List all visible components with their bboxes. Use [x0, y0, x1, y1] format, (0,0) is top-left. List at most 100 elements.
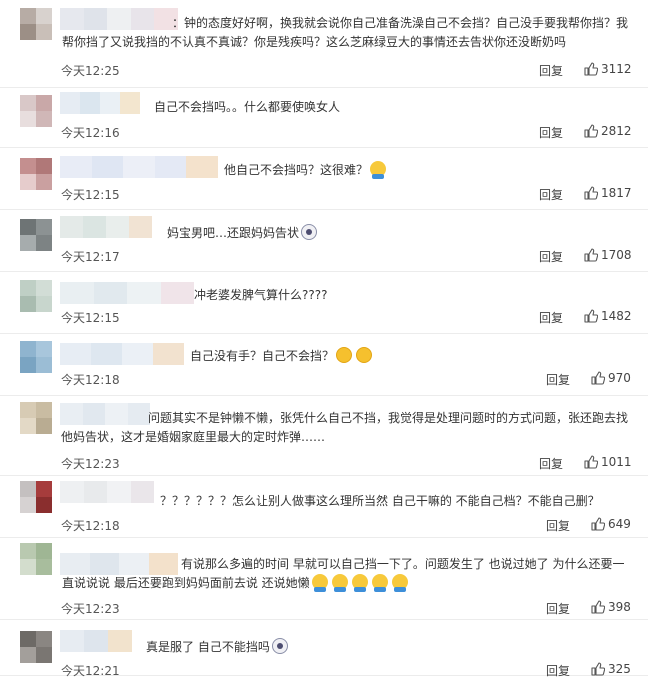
- reply-button[interactable]: 回复: [546, 600, 570, 617]
- like-count: 398: [608, 600, 631, 614]
- smirk-emoji-icon: [336, 347, 353, 363]
- comment-text-line: ：钟的态度好好啊，换我就会说你自己准备洗澡自己不会挡？自己没手要我帮你挡？我: [172, 16, 629, 30]
- like-button[interactable]: 1011: [584, 455, 632, 469]
- comment-text-line: 真是服了 自己不能挡吗: [146, 640, 270, 654]
- emoji-group: [368, 161, 388, 179]
- username-blurred[interactable]: [60, 481, 154, 503]
- avatar[interactable]: [20, 95, 52, 127]
- reply-button[interactable]: 回复: [546, 662, 570, 679]
- thumbs-up-icon: [584, 248, 599, 262]
- comment-text-line: ？？？？？？怎么让别人做事这么理所当然 自己干嘛的 不能自己档？不能自己删？: [160, 494, 600, 508]
- thumbs-up-icon: [584, 455, 599, 469]
- thumbs-up-icon: [591, 517, 606, 531]
- timestamp: 今天12:23: [61, 457, 120, 471]
- comment-item: 自己不会挡吗。。什么都要使唤女人 今天12:16 回复 2812: [0, 88, 648, 148]
- avatar[interactable]: [20, 8, 52, 40]
- thumbs-up-icon: [584, 309, 599, 323]
- comment-text-line: 妈宝男吧…还跟妈妈告状: [167, 226, 300, 240]
- avatar[interactable]: [20, 631, 52, 663]
- like-count: 649: [608, 517, 631, 531]
- username-blurred[interactable]: [60, 156, 218, 178]
- comment-text: 妈宝男吧…还跟妈妈告状: [167, 224, 319, 243]
- username-blurred[interactable]: [60, 343, 184, 365]
- avatar[interactable]: [20, 158, 52, 190]
- emoji-group: [334, 347, 374, 363]
- like-button[interactable]: 325: [591, 662, 631, 676]
- username-blurred[interactable]: [60, 630, 132, 652]
- reply-button[interactable]: 回复: [539, 186, 563, 203]
- username-blurred[interactable]: [60, 403, 150, 425]
- like-count: 970: [608, 371, 631, 385]
- comment-text-line: 冲老婆发脾气算什么????: [194, 288, 328, 302]
- like-button[interactable]: 1482: [584, 309, 632, 323]
- username-blurred[interactable]: [60, 216, 152, 238]
- reply-button[interactable]: 回复: [539, 248, 563, 265]
- emoji-group: [310, 574, 410, 592]
- cry-emoji-icon: [301, 224, 318, 240]
- username-blurred[interactable]: [60, 8, 178, 30]
- avatar[interactable]: [20, 402, 52, 434]
- like-button[interactable]: 1708: [584, 248, 632, 262]
- thumbs-up-icon: [591, 371, 606, 385]
- blob-emoji-icon: [331, 574, 348, 592]
- comment-text: 问题其实不是钟懒不懒，张凭什么自己不挡，我觉得是处理问题时的方式问题，张还跑去找…: [61, 409, 628, 447]
- like-count: 2812: [601, 124, 632, 138]
- comment-text: 冲老婆发脾气算什么????: [194, 286, 327, 305]
- timestamp: 今天12:15: [61, 311, 120, 325]
- comment-text-line: 他自己不会挡吗？这很难？: [224, 163, 369, 177]
- timestamp: 今天12:18: [61, 373, 120, 387]
- avatar[interactable]: [20, 280, 52, 312]
- thumbs-up-icon: [584, 186, 599, 200]
- comment-text-line: 直说说说 最后还要跑到妈妈面前去说 还说她懒: [62, 576, 310, 590]
- comment-item: 问题其实不是钟懒不懒，张凭什么自己不挡，我觉得是处理问题时的方式问题，张还跑去找…: [0, 396, 648, 476]
- like-button[interactable]: 970: [591, 371, 631, 385]
- emoji-group: [299, 224, 319, 240]
- blob-emoji-icon: [371, 574, 388, 592]
- comment-text-line: 自己不会挡吗。。什么都要使唤女人: [154, 100, 341, 114]
- timestamp: 今天12:21: [61, 664, 120, 678]
- thumbs-up-icon: [591, 662, 606, 676]
- like-button[interactable]: 2812: [584, 124, 632, 138]
- comment-item: 真是服了 自己不能挡吗今天12:21 回复 325: [0, 620, 648, 679]
- comment-text-line: 自己没有手？自己不会挡？: [190, 349, 335, 363]
- comment-text: 真是服了 自己不能挡吗: [146, 638, 290, 657]
- comment-item: 自己没有手？自己不会挡？ 今天12:18 回复 970: [0, 334, 648, 396]
- like-button[interactable]: 649: [591, 517, 631, 531]
- reply-button[interactable]: 回复: [539, 455, 563, 472]
- thumbs-up-icon: [591, 600, 606, 614]
- comment-item: ：钟的态度好好啊，换我就会说你自己准备洗澡自己不会挡？自己没手要我帮你挡？我帮你…: [0, 0, 648, 88]
- comment-text-line: 他妈告状，这才是婚姻家庭里最大的定时炸弹……: [61, 430, 326, 444]
- like-button[interactable]: 1817: [584, 186, 632, 200]
- comment-text-line: 帮你挡了又说我挡的不认真不真诚？你是残疾吗？这么芝麻绿豆大的事情还去告状你还没断…: [62, 35, 567, 49]
- avatar[interactable]: [20, 341, 52, 373]
- reply-button[interactable]: 回复: [539, 62, 563, 79]
- username-blurred[interactable]: [60, 92, 140, 114]
- comment-item: 冲老婆发脾气算什么???? 今天12:15 回复 1482: [0, 272, 648, 334]
- cry-emoji-icon: [271, 638, 288, 654]
- avatar[interactable]: [20, 219, 52, 251]
- reply-button[interactable]: 回复: [539, 124, 563, 141]
- like-count: 1817: [601, 186, 632, 200]
- comment-text: ：钟的态度好好啊，换我就会说你自己准备洗澡自己不会挡？自己没手要我帮你挡？我帮你…: [62, 14, 629, 52]
- comment-text-line: 有说那么多遍的时间 早就可以自己挡一下了。问题发生了 也说过她了 为什么还要一: [181, 557, 625, 571]
- comment-text: ？？？？？？怎么让别人做事这么理所当然 自己干嘛的 不能自己档？不能自己删？: [160, 492, 600, 511]
- like-button[interactable]: 3112: [584, 62, 632, 76]
- timestamp: 今天12:18: [61, 519, 120, 533]
- reply-button[interactable]: 回复: [546, 371, 570, 388]
- smirk-emoji-icon: [356, 347, 373, 363]
- avatar[interactable]: [20, 543, 52, 575]
- thumbs-up-icon: [584, 62, 599, 76]
- comment-text: 他自己不会挡吗？这很难？: [224, 161, 388, 180]
- avatar[interactable]: [20, 481, 52, 513]
- like-count: 1011: [601, 455, 632, 469]
- username-blurred[interactable]: [60, 282, 194, 304]
- reply-button[interactable]: 回复: [546, 517, 570, 534]
- like-button[interactable]: 398: [591, 600, 631, 614]
- timestamp: 今天12:23: [61, 602, 120, 616]
- like-count: 1708: [601, 248, 632, 262]
- comment-text: 自己没有手？自己不会挡？: [190, 347, 374, 366]
- blob-emoji-icon: [370, 161, 387, 179]
- comment-item: 有说那么多遍的时间 早就可以自己挡一下了。问题发生了 也说过她了 为什么还要一直…: [0, 538, 648, 620]
- username-blurred[interactable]: [60, 553, 178, 575]
- reply-button[interactable]: 回复: [539, 309, 563, 326]
